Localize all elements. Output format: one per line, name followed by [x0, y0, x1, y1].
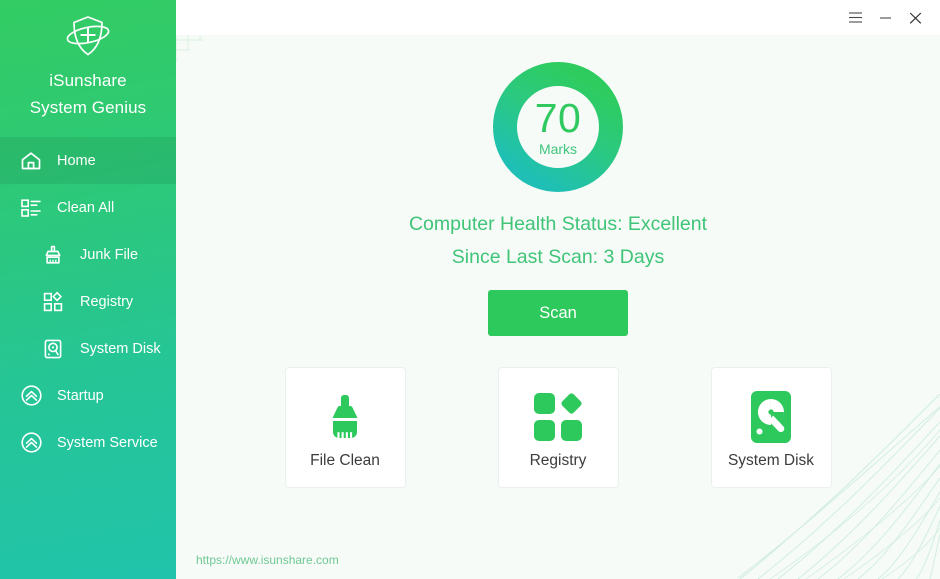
sidebar-item-label: Home — [57, 152, 96, 169]
card-file-clean[interactable]: File Clean — [284, 367, 406, 488]
health-score-value: 70 — [534, 94, 582, 141]
card-system-disk[interactable]: System Disk — [710, 367, 832, 488]
sidebar-item-clean-all[interactable]: Clean All — [0, 184, 176, 231]
sidebar-item-registry[interactable]: Registry — [0, 278, 176, 325]
sidebar-item-startup[interactable]: Startup — [0, 372, 176, 419]
health-score-gauge: 70 Marks — [492, 35, 624, 193]
clean-all-icon — [18, 195, 44, 221]
sidebar-item-junk-file[interactable]: Junk File — [0, 231, 176, 278]
sidebar-item-label: Clean All — [57, 199, 115, 216]
hard-drive-icon — [743, 386, 799, 448]
chevrons-up-icon — [18, 430, 44, 456]
registry-icon — [40, 289, 66, 315]
brand-line-1: iSunshare — [49, 71, 127, 90]
website-url-link[interactable]: https://www.isunshare.com — [196, 553, 339, 567]
card-label: System Disk — [727, 451, 815, 469]
sidebar-item-home[interactable]: Home — [0, 137, 176, 184]
sidebar-item-label: Registry — [80, 293, 134, 310]
registry-blocks-icon — [530, 386, 586, 448]
card-registry[interactable]: Registry — [497, 367, 619, 488]
sidebar-item-system-service[interactable]: System Service — [0, 419, 176, 466]
health-status-text: Computer Health Status: Excellent — [408, 213, 708, 235]
hard-disk-icon — [40, 336, 66, 362]
brand-title: iSunshare System Genius — [0, 68, 176, 120]
sidebar-item-label: Startup — [57, 387, 104, 404]
brush-icon — [40, 242, 66, 268]
home-panel: 70 Marks Computer Health Status: Excelle… — [176, 35, 940, 579]
sidebar-item-label: System Service — [57, 434, 158, 451]
close-icon[interactable] — [900, 4, 930, 32]
app-window: iSunshare System Genius Home Clean All J… — [0, 0, 940, 579]
home-icon — [18, 148, 44, 174]
brand-line-2: System Genius — [29, 98, 147, 117]
health-score-unit: Marks — [538, 140, 578, 157]
titlebar — [176, 0, 940, 35]
scan-button-wrap: Scan — [176, 290, 940, 336]
sidebar-item-label: Junk File — [80, 246, 139, 263]
main-content: 70 Marks Computer Health Status: Excelle… — [176, 0, 940, 579]
card-label: Registry — [529, 451, 587, 469]
broom-icon — [316, 386, 374, 448]
scan-button[interactable]: Scan — [488, 290, 628, 336]
sidebar: iSunshare System Genius Home Clean All J… — [0, 0, 176, 579]
chevrons-up-icon — [18, 383, 44, 409]
sidebar-nav: Home Clean All Junk File Registry System… — [0, 137, 176, 466]
feature-cards: File Clean Registry System Disk — [176, 367, 940, 488]
hamburger-menu-icon[interactable] — [840, 4, 870, 32]
last-scan-text: Since Last Scan: 3 Days — [451, 246, 665, 268]
card-label: File Clean — [310, 451, 380, 469]
sidebar-item-label: System Disk — [80, 340, 161, 357]
minimize-icon[interactable] — [870, 4, 900, 32]
brand: iSunshare System Genius — [0, 0, 176, 120]
sidebar-item-system-disk[interactable]: System Disk — [0, 325, 176, 372]
health-score-text: 70 Marks — [492, 61, 624, 193]
shield-orbit-icon — [58, 10, 118, 66]
